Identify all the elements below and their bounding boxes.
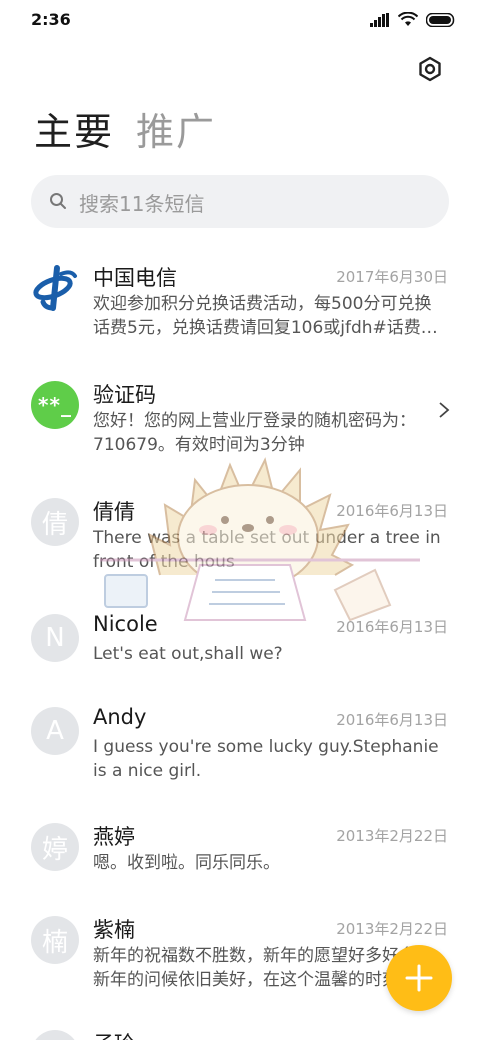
sender-name: 燕婷 xyxy=(93,825,135,849)
tab-promotions[interactable]: 推广 xyxy=(136,108,216,156)
conversation-row[interactable]: 中国电信 2017年6月30日 欢迎参加积分兑换话费活动，每500分可兑换话费5… xyxy=(0,264,480,364)
chevron-right-icon xyxy=(439,402,450,418)
message-date: 2016年6月13日 xyxy=(336,711,448,729)
compose-button[interactable] xyxy=(386,945,452,1011)
sender-name: 验证码 xyxy=(93,383,156,407)
battery-icon xyxy=(426,12,455,27)
avatar: N xyxy=(31,614,79,662)
message-preview: Let's eat out,shall we? xyxy=(93,644,283,664)
message-preview: I guess you're some lucky guy.Stephanie … xyxy=(93,737,439,781)
search-icon xyxy=(50,193,66,209)
settings-button[interactable] xyxy=(416,55,444,83)
search-placeholder: 搜索11条短信 xyxy=(79,192,205,216)
avatar xyxy=(31,264,79,312)
conversation-row[interactable]: 子玲 xyxy=(0,1030,480,1040)
sender-name: Nicole xyxy=(93,612,158,636)
message-preview: 嗯。收到啦。同乐同乐。 xyxy=(93,853,280,873)
avatar: 倩 xyxy=(31,498,79,546)
message-date: 2017年6月30日 xyxy=(336,268,448,286)
message-date: 2013年2月22日 xyxy=(336,827,448,845)
conversation-row[interactable]: 婷 燕婷 2013年2月22日 嗯。收到啦。同乐同乐。 xyxy=(0,823,480,903)
sender-name: 中国电信 xyxy=(93,266,177,290)
message-preview: There was a table set out under a tree i… xyxy=(93,528,441,572)
china-telecom-logo-icon xyxy=(33,265,77,311)
sender-name: 子玲 xyxy=(93,1028,135,1040)
conversation-row[interactable]: 倩 倩倩 2016年6月13日 There was a table set ou… xyxy=(0,498,480,598)
sender-name: Andy xyxy=(93,705,147,729)
status-bar: 2:36 xyxy=(0,0,480,40)
gear-icon xyxy=(419,56,441,82)
sender-name: 紫楠 xyxy=(93,918,135,942)
message-preview: 欢迎参加积分兑换话费活动，每500分可兑换话费5元，兑换话费请回复106或jfd… xyxy=(93,294,438,338)
message-date: 2016年6月13日 xyxy=(336,618,448,636)
search-bar[interactable]: 搜索11条短信 xyxy=(31,175,449,228)
avatar: **_ xyxy=(31,381,79,429)
message-date: 2016年6月13日 xyxy=(336,502,448,520)
avatar: A xyxy=(31,707,79,755)
conversation-row[interactable]: **_ 验证码 您好！您的网上营业厅登录的随机密码为：710679。有效时间为3… xyxy=(0,381,480,481)
avatar: 婷 xyxy=(31,823,79,871)
tab-bar: 主要 推广 xyxy=(34,108,216,156)
message-preview: 您好！您的网上营业厅登录的随机密码为：710679。有效时间为3分钟 xyxy=(93,411,416,455)
tab-primary[interactable]: 主要 xyxy=(34,108,114,156)
sender-name: 倩倩 xyxy=(93,500,135,524)
avatar xyxy=(31,1030,79,1040)
status-icons xyxy=(370,12,456,27)
plus-icon xyxy=(405,964,433,992)
conversation-row[interactable]: A Andy 2016年6月13日 I guess you're some lu… xyxy=(0,705,480,807)
signal-icon xyxy=(370,12,389,27)
wifi-icon xyxy=(398,12,418,26)
message-date: 2013年2月22日 xyxy=(336,920,448,938)
conversation-row[interactable]: N Nicole 2016年6月13日 Let's eat out,shall … xyxy=(0,612,480,694)
avatar: 楠 xyxy=(31,916,79,964)
status-time: 2:36 xyxy=(31,10,71,29)
